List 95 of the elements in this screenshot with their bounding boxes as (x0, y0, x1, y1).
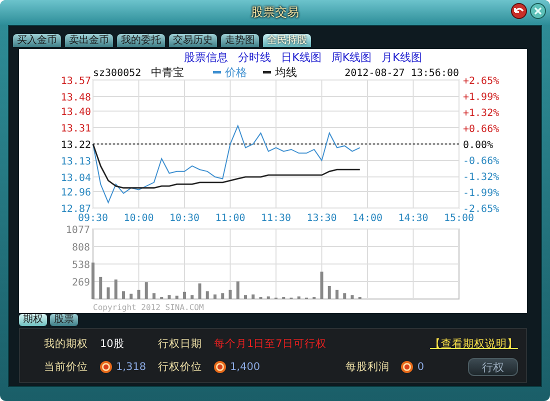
axis-label: +0.66% (463, 124, 500, 135)
axis-label: 14:00 (352, 213, 383, 224)
axis-label: 808 (72, 242, 90, 254)
tab[interactable]: 交易历史 (169, 34, 217, 47)
axis-label: 1077 (66, 225, 90, 236)
coin-icon (214, 360, 226, 373)
legend-label: 均线 (275, 66, 297, 79)
axis-label: -1.99% (463, 188, 500, 199)
volume-bar (297, 296, 300, 299)
volume-bar (175, 296, 178, 299)
chart-link[interactable]: 日K线图 (281, 50, 322, 64)
field-value: 1,400 (230, 360, 260, 373)
volume-bar (92, 262, 94, 299)
axis-label: 14:30 (398, 213, 428, 224)
volume-bar (168, 295, 171, 299)
axis-label: +1.99% (463, 92, 500, 103)
axis-label: 538 (72, 260, 90, 272)
volume-bar (152, 293, 156, 299)
exercise-button[interactable]: 行权 (468, 358, 518, 376)
axis-label: 0.00% (463, 140, 494, 151)
volume-bar (228, 290, 232, 299)
volume-bar (343, 293, 346, 299)
field-value: 0 (417, 360, 424, 373)
volume-bar (190, 295, 194, 299)
axis-label: -0.66% (463, 156, 500, 167)
axis-label: 13.40 (60, 107, 91, 118)
axis-label: -2.65% (463, 204, 500, 215)
field-label: 我的期权 (44, 337, 88, 352)
volume-bar (221, 293, 224, 299)
axis-label: 13.48 (60, 92, 91, 104)
legend-label: 价格 (225, 66, 247, 79)
chart-link[interactable]: 股票信息 (184, 50, 228, 64)
axis-label: 10:30 (169, 213, 200, 224)
volume-bar (183, 292, 186, 299)
field-value: 每个月1日至7日可行权 (214, 337, 326, 352)
tab[interactable]: 我的委托 (117, 34, 165, 47)
stock-name: 中青宝 (151, 66, 184, 79)
chart-link[interactable]: 分时线 (238, 50, 272, 64)
axis-label: 09:30 (78, 213, 108, 224)
field-value: 1,318 (116, 360, 146, 373)
volume-bar (350, 295, 354, 299)
volume-bar (144, 282, 148, 299)
volume-bar (206, 291, 209, 299)
volume-bar (99, 276, 102, 299)
chart-link[interactable]: 月K线图 (382, 50, 422, 64)
axis-label: 13:30 (306, 213, 337, 224)
volume-bar (122, 291, 125, 299)
volume-bar (328, 286, 331, 299)
volume-bar (244, 295, 247, 299)
axis-label: 11:00 (215, 213, 246, 224)
copyright-text: Copyright 2012 SINA.COM (93, 303, 204, 313)
help-link[interactable]: 【查看期权说明】 (430, 337, 518, 352)
axis-label: 13.13 (60, 156, 91, 168)
axis-label: 10:00 (124, 213, 154, 224)
tab[interactable]: 买入金币 (13, 34, 61, 47)
back-icon[interactable] (511, 3, 527, 19)
coin-icon (401, 360, 414, 373)
field-label: 行权价位 (158, 360, 202, 374)
chart-link[interactable]: 周K线图 (331, 50, 372, 64)
axis-label: 13.31 (60, 124, 91, 135)
volume-bar (320, 272, 324, 299)
field-value: 10股 (100, 337, 124, 352)
volume-bar (130, 294, 133, 299)
volume-bar (137, 290, 140, 299)
axis-label: +2.65% (463, 76, 500, 87)
axis-label: 13.57 (60, 76, 91, 87)
volume-bar (336, 290, 338, 299)
volume-bar (266, 296, 270, 299)
chart-datetime: 2012-08-27 13:56:00 (344, 68, 459, 79)
axis-label: 11:30 (260, 213, 292, 224)
tab[interactable]: 期权 (19, 314, 47, 326)
stock-code: sz300052 (93, 68, 142, 79)
axis-label: 12.87 (60, 204, 91, 215)
field-label: 当前价位 (44, 360, 88, 374)
volume-bar (252, 294, 255, 299)
window-title: 股票交易 (251, 4, 299, 21)
axis-label: 269 (72, 278, 90, 289)
axis-label: 15:00 (444, 213, 474, 224)
coin-icon (100, 360, 112, 373)
tab[interactable]: 卖出金币 (65, 34, 113, 47)
field-label: 行权日期 (158, 337, 202, 352)
volume-bar (114, 280, 118, 299)
axis-label: +1.32% (463, 108, 500, 119)
tab[interactable]: 走势图 (221, 34, 259, 47)
close-icon[interactable] (530, 3, 546, 19)
axis-label: -1.32% (463, 172, 500, 183)
volume-bar (106, 287, 110, 299)
axis-label: 13.04 (60, 172, 91, 184)
field-label: 每股利润 (345, 360, 390, 374)
volume-bar (198, 283, 202, 299)
axis-label: 12.96 (60, 188, 91, 199)
volume-bar (214, 294, 216, 299)
tab[interactable]: 股票 (50, 314, 78, 326)
axis-label: 13.22 (60, 140, 91, 151)
volume-bar (236, 281, 240, 299)
